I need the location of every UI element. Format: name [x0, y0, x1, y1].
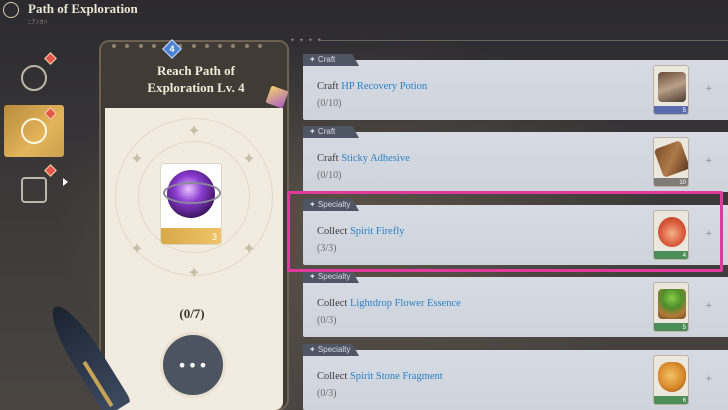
expand-icon[interactable]: +: [705, 84, 713, 94]
task-description: Craft HP Recovery Potion: [317, 81, 428, 92]
notification-badge: [44, 107, 57, 120]
task-category: ✦ Craft: [303, 54, 359, 66]
side-nav: [0, 50, 70, 220]
task-item-name: Lightdrop Flower Essence: [349, 298, 461, 309]
potion-icon: [658, 72, 686, 102]
gear-ring-icon: [163, 182, 221, 204]
expand-icon[interactable]: +: [705, 301, 713, 311]
task-progress: (0/3): [317, 388, 337, 399]
task-item-icon[interactable]: 10: [653, 137, 689, 187]
task-row[interactable]: ✦ Specialty Collect Spirit Stone Fragmen…: [303, 344, 728, 410]
star-ornament-icon: ✦: [187, 121, 201, 140]
card-header: Reach Path of Exploration Lv. 4: [106, 62, 286, 106]
card-title-line2: Exploration Lv. 4: [147, 80, 245, 95]
item-count: 5: [654, 106, 688, 114]
task-item-name: Spirit Stone Fragment: [349, 371, 443, 382]
card-dots: [112, 44, 262, 54]
task-progress: (0/3): [317, 315, 337, 326]
nav-item-globe[interactable]: [6, 50, 62, 106]
task-item-icon[interactable]: 5: [653, 282, 689, 332]
task-category: ✦ Specialty: [303, 271, 359, 283]
task-item-name: Sticky Adhesive: [341, 153, 410, 164]
item-count: 5: [654, 323, 688, 331]
task-description: Collect Spirit Stone Fragment: [317, 371, 443, 382]
task-description: Craft Sticky Adhesive: [317, 153, 410, 164]
active-indicator-icon: [63, 178, 68, 186]
task-row[interactable]: ✦ Specialty Collect Lightdrop Flower Ess…: [303, 271, 728, 337]
task-row[interactable]: ✦ Craft Craft HP Recovery Potion (0/10) …: [303, 54, 728, 120]
globe-icon: [21, 65, 47, 91]
task-category: ✦ Craft: [303, 126, 359, 138]
star-ornament-icon: ✦: [130, 149, 144, 168]
nav-item-exploration[interactable]: [4, 105, 64, 157]
reward-count: 3: [161, 228, 221, 244]
bag-icon: [21, 177, 47, 203]
card-progress: (0/7): [179, 306, 205, 321]
level-number: 4: [169, 44, 175, 54]
task-description: Collect Lightdrop Flower Essence: [317, 298, 461, 309]
more-dots-icon: •••: [177, 355, 209, 375]
page-subtitle: ﾆｱﾝｶﾊ: [28, 20, 49, 26]
title-bar: Path of Exploration ﾆｱﾝｶﾊ: [0, 0, 728, 26]
task-progress: (0/10): [317, 170, 342, 181]
item-count: 10: [654, 178, 688, 186]
task-row[interactable]: ✦ Craft Craft Sticky Adhesive (0/10) 10 …: [303, 126, 728, 192]
notification-badge: [44, 52, 57, 65]
more-button[interactable]: •••: [160, 332, 226, 398]
notification-badge: [44, 164, 57, 177]
nav-item-bag[interactable]: [6, 162, 62, 218]
expand-icon[interactable]: +: [705, 156, 713, 166]
task-item-name: HP Recovery Potion: [341, 81, 428, 92]
expand-icon[interactable]: +: [705, 374, 713, 384]
task-item-icon[interactable]: 6: [653, 355, 689, 405]
highlight-box: [287, 191, 723, 272]
divider: [318, 40, 728, 41]
wood-log-icon: [654, 140, 688, 178]
compass-logo-icon: [0, 0, 23, 22]
flower-essence-icon: [658, 289, 686, 319]
page-title: Path of Exploration: [28, 1, 138, 16]
task-progress: (0/10): [317, 98, 342, 109]
task-item-icon[interactable]: 5: [653, 65, 689, 115]
spirit-stone-icon: [658, 362, 686, 392]
card-title-line1: Reach Path of: [157, 63, 235, 78]
star-ornament-icon: ✦: [187, 263, 201, 282]
exploration-icon: [21, 118, 47, 144]
star-ornament-icon: ✦: [242, 149, 256, 168]
task-category: ✦ Specialty: [303, 344, 359, 356]
star-ornament-icon: ✦: [130, 239, 144, 258]
reward-item[interactable]: 3: [160, 163, 222, 245]
item-count: 6: [654, 396, 688, 404]
star-ornament-icon: ✦: [242, 239, 256, 258]
